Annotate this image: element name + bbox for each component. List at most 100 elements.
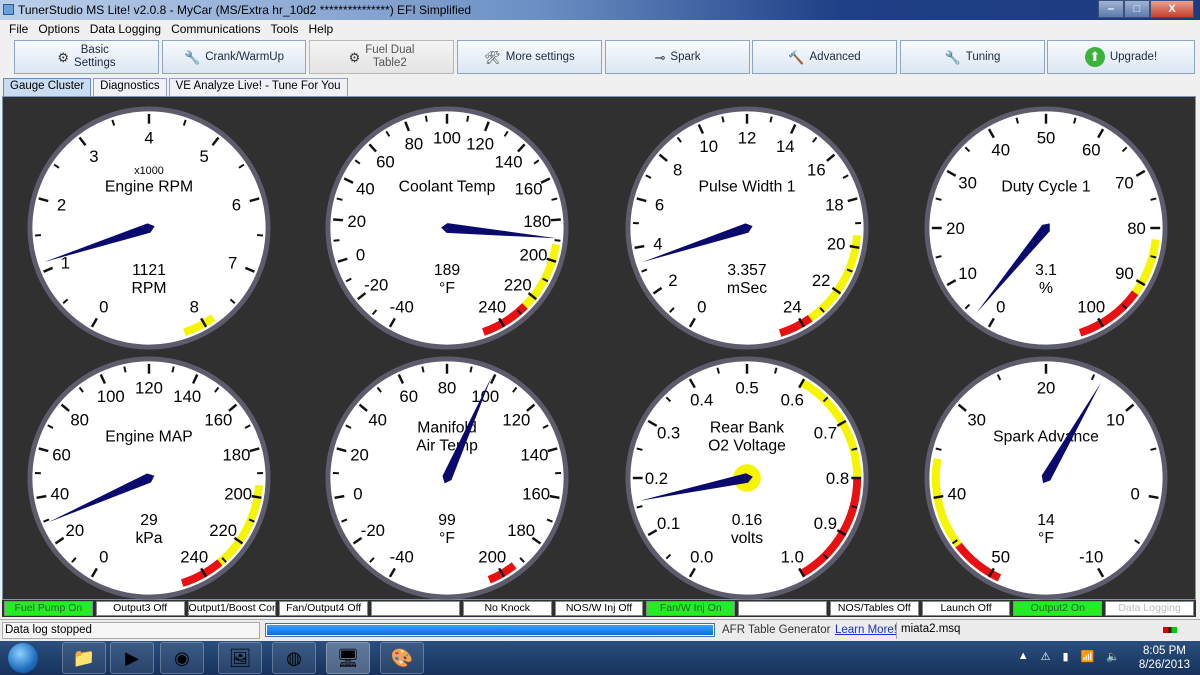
menu-data-logging[interactable]: Data Logging [85, 20, 166, 38]
gauge-coolant-temp[interactable]: -40-20 0 20 4060 80 100 120140 160 180 200 220 240 C… [324, 105, 570, 351]
tick-label: 18 [825, 195, 844, 214]
gauge-value: 1121 [132, 262, 166, 279]
gauge-value: 3.1 [1035, 262, 1057, 279]
minimize-button[interactable]: ‒ [1098, 0, 1124, 18]
minor-tick [171, 366, 175, 373]
system-tray: ▲ ⚠ ▮ 📶 🔈 [1018, 650, 1120, 663]
battery-icon[interactable]: ▮ [1063, 650, 1069, 663]
photo-gallery-icon[interactable]: 🖼 [218, 642, 262, 674]
gauge-manifold-air-temp[interactable]: -40-200204060 80 100120140160180200Manifol… [324, 355, 570, 601]
tick-label: 6 [232, 195, 241, 214]
tick-label: 80 [70, 411, 89, 430]
tick-label: 3 [89, 147, 98, 166]
tick-label: 60 [399, 387, 418, 406]
tick-label: 0.2 [645, 469, 668, 488]
gauge-pulse-width-1[interactable]: 0246810 12 141618202224Pulse Width 13.357m… [624, 105, 870, 351]
minor-tick [721, 116, 725, 123]
tick-label: 140 [520, 445, 548, 464]
tab-ve-analyze[interactable]: VE Analyze Live! - Tune For You [168, 78, 348, 96]
tick-label: 60 [376, 153, 395, 172]
volume-icon[interactable]: 🔈 [1106, 650, 1120, 663]
toolbar-button-spark[interactable]: ⊸ Spark [605, 40, 750, 74]
tick-label: 220 [504, 275, 532, 294]
tick-label: 20 [946, 219, 965, 238]
paint-icon[interactable]: 🎨 [380, 642, 424, 674]
gauge-engine-rpm[interactable]: 012345678x1000Engine RPM1121RPM [26, 105, 272, 351]
toolbar-button-tuning[interactable]: 🔧 Tuning [900, 40, 1045, 74]
menu-file[interactable]: File [4, 20, 33, 38]
close-button[interactable]: X [1150, 0, 1194, 18]
indicator-output3-off: Output3 Off [95, 601, 185, 616]
gauge-title: Pulse Width 1 [698, 179, 795, 196]
gauge-spark-advance[interactable]: -10 0 10 20 30 40 50 Spark Advance 14°F [923, 355, 1169, 601]
major-tick [251, 494, 262, 500]
tick-label: 8 [190, 297, 199, 316]
toolbar-button-advanced[interactable]: 🔨 Advanced [752, 40, 897, 74]
tick-label: 160 [522, 485, 550, 504]
chrome-icon[interactable]: ◍ [272, 642, 316, 674]
tick-label: 14 [776, 137, 795, 156]
tick-label: 100 [1077, 297, 1105, 316]
tick-label: 140 [495, 153, 523, 172]
tick-label: 0.6 [781, 391, 804, 410]
minor-tick [466, 115, 470, 122]
show-hidden-icons-icon[interactable]: ▲ [1018, 650, 1029, 663]
tab-diagnostics[interactable]: Diagnostics [93, 78, 167, 96]
tick-label: -40 [390, 297, 414, 316]
spark-plug-icon: ⊸ [654, 49, 666, 65]
gauge-cluster-panel: 0 1 2 3 4 5 6 7 8 x1000 Engine RPM 1121 RPM -40 -20 0 20… [2, 96, 1196, 600]
menu-tools[interactable]: Tools [265, 20, 303, 38]
indicator-fuel-pump-on: Fuel Pump On [4, 601, 93, 616]
minor-tick [469, 366, 473, 373]
menu-help[interactable]: Help [303, 20, 338, 38]
toolbar-button-upgrade[interactable]: ⬆ Upgrade! [1047, 40, 1195, 74]
tick-label: 200 [478, 547, 506, 566]
explorer-icon[interactable]: 📁 [62, 642, 106, 674]
gauge-units: °F [439, 280, 455, 297]
tick-label: 10 [958, 264, 977, 283]
toolbar-button-fuel-dual-table2[interactable]: ⚙ Fuel Dual Table2 [309, 40, 454, 74]
toolbar-button-basic-settings[interactable]: ⚙ Basic Settings [14, 40, 159, 74]
clock-time: 8:05 PM [1143, 645, 1186, 657]
gauge-units: mSec [727, 280, 767, 297]
gauge-duty-cycle-1[interactable]: 0 10 20 30 40 50 60 70 80 90 100 Duty Cycle 1 3.1% [923, 105, 1169, 351]
learn-more-link[interactable]: Learn More! [835, 624, 897, 636]
indicator-blank [371, 601, 460, 616]
tick-label: 50 [991, 547, 1010, 566]
tick-label: 100 [97, 387, 125, 406]
tick-label: 0 [99, 547, 108, 566]
tick-label: 0 [353, 485, 362, 504]
clock-date: 8/26/2013 [1138, 659, 1190, 671]
gauge-units: RPM [132, 280, 167, 297]
tick-label: 60 [1082, 141, 1101, 160]
start-button[interactable] [8, 643, 38, 673]
clock[interactable]: 8:05 PM 8/26/2013 [1139, 644, 1190, 672]
minor-tick [123, 366, 127, 373]
toolbar-button-label: Fuel Dual Table2 [365, 44, 415, 69]
menu-options[interactable]: Options [33, 20, 84, 38]
media-player-icon[interactable]: ▶ [110, 642, 154, 674]
tick-label: 90 [1115, 264, 1134, 283]
action-center-icon[interactable]: ⚠ [1041, 650, 1051, 663]
maximize-button[interactable]: □ [1124, 0, 1150, 18]
indicator-nos-w-inj-off: NOS/W Inj Off [554, 601, 644, 616]
gauge-engine-map[interactable]: 020406080100 120 140160180200220240Engine … [26, 355, 272, 601]
indicator-output1-boost-cont: Output1/Boost Cont [187, 601, 277, 616]
hp-icon[interactable]: ◉ [160, 642, 204, 674]
network-icon[interactable]: 📶 [1081, 650, 1095, 663]
toolbar-button-more-settings[interactable]: 🛠 More settings [457, 40, 602, 74]
tunerstudio-icon[interactable]: 🖥 [326, 642, 370, 674]
tick-label: 70 [1115, 174, 1134, 193]
tick-label: 240 [478, 297, 506, 316]
indicator-launch-off: Launch Off [921, 601, 1011, 616]
tab-gauge-cluster[interactable]: Gauge Cluster [3, 78, 92, 96]
app-icon [3, 4, 14, 15]
tick-label: 60 [52, 445, 71, 464]
gauge-value: 14 [1037, 512, 1055, 529]
tick-label: 200 [520, 246, 548, 265]
gauge-title: Duty Cycle 1 [1001, 179, 1090, 196]
toolbar-button-crank-warmup[interactable]: 🔧 Crank/WarmUp [162, 40, 306, 74]
menu-communications[interactable]: Communications [166, 20, 265, 38]
tick-label: 30 [967, 411, 986, 430]
gauge-rear-bank-o2-voltage[interactable]: 0.0 0.1 0.2 0.3 0.4 0.5 0.6 0.7 0.8 0.9 1.0 Rear Ba… [624, 355, 870, 601]
